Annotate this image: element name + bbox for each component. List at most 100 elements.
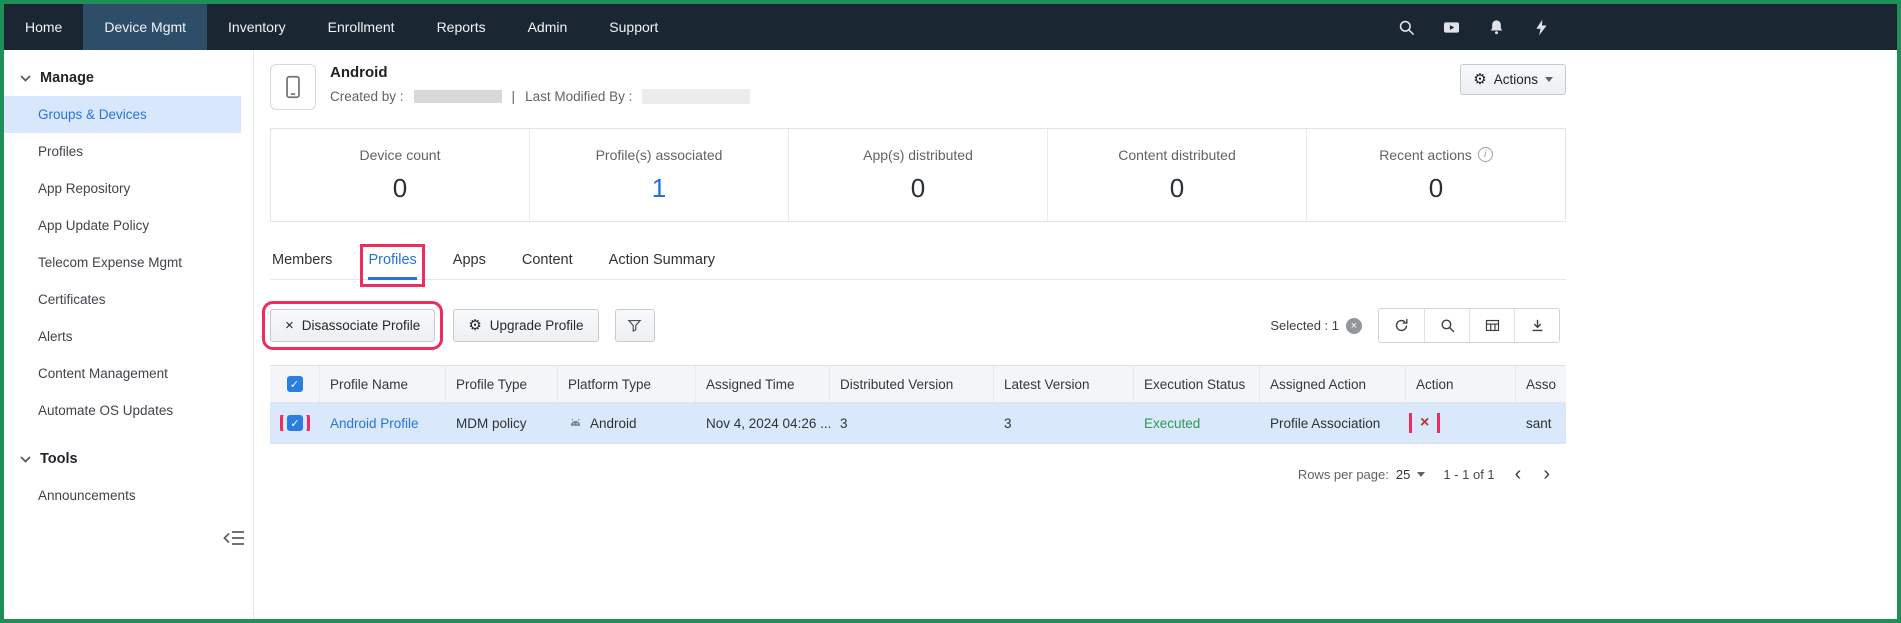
col-action[interactable]: Action — [1406, 366, 1516, 402]
sidebar-item-announcements[interactable]: Announcements — [4, 477, 241, 514]
nav-admin[interactable]: Admin — [507, 4, 589, 50]
disassociate-profile-button[interactable]: × Disassociate Profile — [270, 309, 435, 342]
stat-profiles-associated: Profile(s) associated 1 — [530, 129, 789, 221]
search-icon[interactable] — [1397, 18, 1416, 37]
clear-selection-icon[interactable]: × — [1346, 318, 1362, 334]
funnel-icon — [626, 317, 643, 334]
sidebar-item-automate-os-updates[interactable]: Automate OS Updates — [4, 392, 241, 429]
nav-device-mgmt[interactable]: Device Mgmt — [83, 4, 207, 50]
assigned-action-cell: Profile Association — [1260, 416, 1406, 431]
rows-per-page-select[interactable]: Rows per page: 25 — [1298, 467, 1426, 482]
navbar-icons — [1397, 4, 1897, 50]
nav-home[interactable]: Home — [4, 4, 83, 50]
sidebar-item-profiles[interactable]: Profiles — [4, 133, 241, 170]
sidebar-item-app-update-policy[interactable]: App Update Policy — [4, 207, 241, 244]
table-row[interactable]: ✓ Android Profile MDM policy Android Nov… — [270, 403, 1566, 444]
profile-type-cell: MDM policy — [446, 416, 558, 431]
close-icon: × — [285, 318, 294, 333]
next-page-icon[interactable]: › — [1541, 464, 1552, 484]
actions-button-label: Actions — [1494, 72, 1538, 87]
sidebar-item-certificates[interactable]: Certificates — [4, 281, 241, 318]
tab-apps[interactable]: Apps — [453, 252, 486, 279]
main-content: Android Created by : | Last Modified By … — [254, 50, 1897, 619]
stat-value[interactable]: 1 — [652, 173, 666, 204]
col-profile-type[interactable]: Profile Type — [446, 366, 558, 402]
nav-enrollment[interactable]: Enrollment — [307, 4, 416, 50]
search-table-button[interactable] — [1424, 309, 1469, 342]
table-header-row: ✓ Profile Name Profile Type Platform Typ… — [270, 366, 1566, 403]
stat-recent-actions: Recent actions i 0 — [1307, 129, 1565, 221]
sidebar-section-label: Tools — [40, 451, 78, 467]
caret-down-icon — [1417, 472, 1425, 477]
chevron-down-icon — [20, 451, 31, 467]
search-icon — [1439, 317, 1456, 334]
modified-by-label: Last Modified By : — [525, 89, 632, 104]
stat-device-count: Device count 0 — [271, 129, 530, 221]
nav-reports[interactable]: Reports — [416, 4, 507, 50]
gear-icon: ⚙ — [1473, 72, 1486, 87]
created-by-label: Created by : — [330, 89, 404, 104]
col-associated-by[interactable]: Asso — [1516, 366, 1566, 402]
top-navbar: Home Device Mgmt Inventory Enrollment Re… — [4, 4, 1897, 50]
execution-status-badge: Executed — [1144, 416, 1200, 431]
tab-content[interactable]: Content — [522, 252, 573, 279]
stat-value[interactable]: 0 — [1170, 173, 1184, 204]
refresh-icon — [1393, 317, 1410, 334]
stat-value[interactable]: 0 — [1429, 173, 1443, 204]
row-checkbox[interactable]: ✓ — [287, 415, 303, 431]
sidebar-section-tools[interactable]: Tools — [4, 443, 253, 477]
col-distributed-version[interactable]: Distributed Version — [830, 366, 994, 402]
prev-page-icon[interactable]: ‹ — [1513, 464, 1524, 484]
selected-count-label: Selected : 1 — [1270, 318, 1339, 333]
tab-bar: Members Profiles Apps Content Action Sum… — [270, 252, 1566, 280]
col-platform-type[interactable]: Platform Type — [558, 366, 696, 402]
column-view-button[interactable] — [1469, 309, 1514, 342]
refresh-button[interactable] — [1379, 309, 1424, 342]
upgrade-profile-button[interactable]: ⚙ Upgrade Profile — [453, 309, 598, 342]
rows-per-page-label: Rows per page: — [1298, 467, 1389, 482]
tab-members[interactable]: Members — [272, 252, 332, 279]
table-grid-icon — [1484, 317, 1501, 334]
nav-inventory[interactable]: Inventory — [207, 4, 307, 50]
col-execution-status[interactable]: Execution Status — [1134, 366, 1260, 402]
meta-divider: | — [512, 89, 516, 104]
col-assigned-time[interactable]: Assigned Time — [696, 366, 830, 402]
tab-profiles[interactable]: Profiles — [368, 252, 416, 279]
export-button[interactable] — [1514, 309, 1559, 342]
distributed-version-cell: 3 — [830, 416, 994, 431]
sidebar-item-content-management[interactable]: Content Management — [4, 355, 241, 392]
sidebar-item-groups-devices[interactable]: Groups & Devices — [4, 96, 241, 133]
sidebar-item-alerts[interactable]: Alerts — [4, 318, 241, 355]
sidebar-section-manage[interactable]: Manage — [4, 62, 253, 96]
flash-icon[interactable] — [1532, 18, 1551, 37]
col-latest-version[interactable]: Latest Version — [994, 366, 1134, 402]
stat-value[interactable]: 0 — [393, 173, 407, 204]
actions-button[interactable]: ⚙ Actions — [1460, 64, 1566, 95]
collapse-sidebar-icon[interactable] — [223, 530, 245, 546]
stat-apps-distributed: App(s) distributed 0 — [789, 129, 1048, 221]
stat-label: Content distributed — [1118, 147, 1236, 163]
assigned-time-cell: Nov 4, 2024 04:26 ... — [696, 416, 830, 431]
stats-bar: Device count 0 Profile(s) associated 1 A… — [270, 128, 1566, 222]
col-assigned-action[interactable]: Assigned Action — [1260, 366, 1406, 402]
video-icon[interactable] — [1442, 18, 1461, 37]
stat-label: Recent actions — [1379, 147, 1472, 163]
profile-name-link[interactable]: Android Profile — [330, 416, 419, 431]
select-all-checkbox[interactable]: ✓ — [287, 376, 303, 392]
caret-down-icon — [1545, 77, 1553, 82]
remove-action-icon[interactable]: × — [1416, 413, 1433, 433]
notification-icon[interactable] — [1487, 18, 1506, 37]
filter-button[interactable] — [615, 309, 655, 342]
stat-value[interactable]: 0 — [911, 173, 925, 204]
selected-count: Selected : 1 × — [1270, 318, 1362, 334]
col-profile-name[interactable]: Profile Name — [320, 366, 446, 402]
tab-action-summary[interactable]: Action Summary — [609, 252, 715, 279]
gear-icon: ⚙ — [468, 318, 481, 333]
sidebar-item-app-repository[interactable]: App Repository — [4, 170, 241, 207]
android-device-icon — [270, 64, 316, 110]
nav-support[interactable]: Support — [588, 4, 679, 50]
info-icon[interactable]: i — [1478, 147, 1493, 162]
download-icon — [1529, 317, 1546, 334]
modified-by-redacted — [642, 89, 750, 104]
sidebar-item-telecom-expense[interactable]: Telecom Expense Mgmt — [4, 244, 241, 281]
